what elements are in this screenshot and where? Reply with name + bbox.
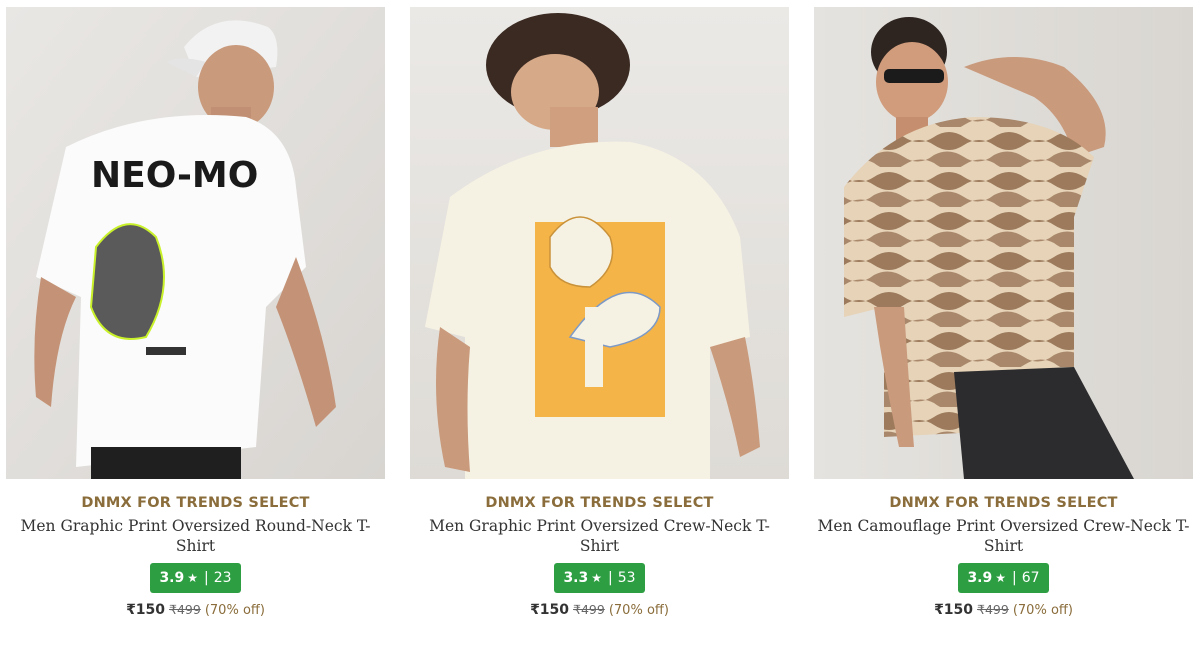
product-photo-cream-graphic-tee bbox=[410, 7, 789, 479]
rating-badge: 3.9 ★ | 23 bbox=[150, 563, 241, 593]
star-icon: ★ bbox=[995, 571, 1007, 585]
product-image[interactable] bbox=[814, 7, 1193, 479]
product-card[interactable]: NEO-MO DNMX FOR TRENDS SELECT Men Graphi… bbox=[6, 7, 385, 618]
original-price: ₹499 bbox=[169, 602, 201, 617]
rating-badge: 3.3 ★ | 53 bbox=[554, 563, 645, 593]
brand-name: DNMX FOR TRENDS SELECT bbox=[889, 495, 1118, 511]
product-card[interactable]: DNMX FOR TRENDS SELECT Men Camouflage Pr… bbox=[814, 7, 1193, 618]
product-photo-white-graphic-tee: NEO-MO bbox=[6, 7, 385, 479]
review-count: 67 bbox=[1021, 570, 1040, 586]
original-price: ₹499 bbox=[977, 602, 1009, 617]
selling-price: ₹150 bbox=[126, 602, 166, 618]
product-image[interactable] bbox=[410, 7, 789, 479]
price-row: ₹150 ₹499 (70% off) bbox=[934, 602, 1073, 618]
discount-label: (70% off) bbox=[204, 603, 265, 618]
price-row: ₹150 ₹499 (70% off) bbox=[530, 602, 669, 618]
rating-separator: | bbox=[608, 570, 613, 586]
review-count: 23 bbox=[213, 570, 232, 586]
original-price: ₹499 bbox=[573, 602, 605, 617]
product-name[interactable]: Men Graphic Print Oversized Crew-Neck T-… bbox=[410, 516, 789, 556]
brand-name: DNMX FOR TRENDS SELECT bbox=[81, 495, 310, 511]
product-name[interactable]: Men Camouflage Print Oversized Crew-Neck… bbox=[814, 516, 1193, 556]
selling-price: ₹150 bbox=[530, 602, 570, 618]
star-icon: ★ bbox=[591, 571, 603, 585]
product-grid: NEO-MO DNMX FOR TRENDS SELECT Men Graphi… bbox=[0, 0, 1201, 618]
product-image[interactable]: NEO-MO bbox=[6, 7, 385, 479]
product-photo-camo-tee bbox=[814, 7, 1193, 479]
selling-price: ₹150 bbox=[934, 602, 974, 618]
discount-label: (70% off) bbox=[608, 603, 669, 618]
price-row: ₹150 ₹499 (70% off) bbox=[126, 602, 265, 618]
star-icon: ★ bbox=[187, 571, 199, 585]
print-text: NEO-MO bbox=[91, 155, 258, 196]
product-name[interactable]: Men Graphic Print Oversized Round-Neck T… bbox=[6, 516, 385, 556]
review-count: 53 bbox=[617, 570, 636, 586]
brand-name: DNMX FOR TRENDS SELECT bbox=[485, 495, 714, 511]
rating-separator: | bbox=[1012, 570, 1017, 586]
product-card[interactable]: DNMX FOR TRENDS SELECT Men Graphic Print… bbox=[410, 7, 789, 618]
discount-label: (70% off) bbox=[1012, 603, 1073, 618]
rating-score: 3.3 bbox=[563, 570, 589, 586]
rating-separator: | bbox=[204, 570, 209, 586]
rating-score: 3.9 bbox=[967, 570, 993, 586]
rating-badge: 3.9 ★ | 67 bbox=[958, 563, 1049, 593]
rating-score: 3.9 bbox=[159, 570, 185, 586]
